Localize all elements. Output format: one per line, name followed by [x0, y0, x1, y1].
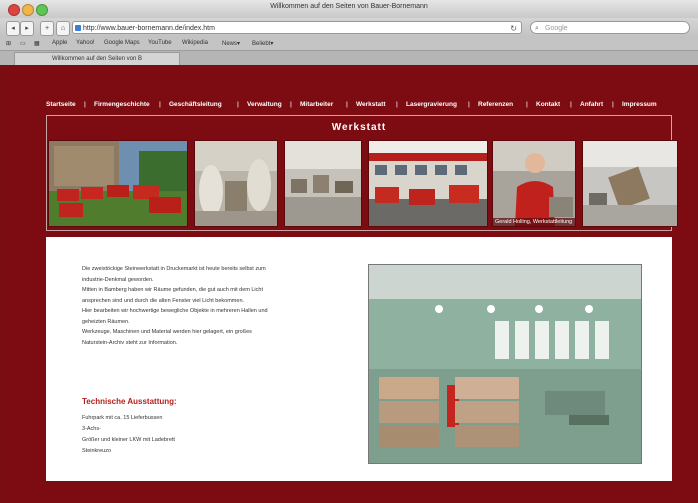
bookmark-youtube[interactable]: YouTube — [148, 40, 172, 46]
nav-separator: | — [526, 101, 528, 108]
tab-active[interactable]: Willkommen auf den Seiten von B — [14, 52, 180, 65]
intro-line: Die zweistöckige Steinwerkstatt in Druck… — [82, 266, 266, 272]
nav-separator: | — [468, 101, 470, 108]
tab-bar: Willkommen auf den Seiten von B — [0, 51, 698, 65]
search-icon: ⌕ — [535, 25, 539, 32]
search-field[interactable]: ⌕ Google — [530, 21, 690, 34]
intro-line: industrie-Denkmal geworden. — [82, 276, 154, 283]
main-nav: Startseite | Firmengeschichte | Geschäft… — [46, 99, 672, 113]
photo-workshop-interior[interactable] — [284, 140, 362, 227]
intro-line: geheizten Räumen. — [82, 318, 130, 325]
intro-line: ansprechen sind und durch die alten Fens… — [82, 297, 245, 304]
bookmark-beliebt[interactable]: Beliebt▾ — [252, 40, 273, 47]
equipment-item: 3-Achs- — [82, 426, 101, 432]
photo-building-trucks[interactable] — [368, 140, 488, 227]
reload-icon[interactable]: ↻ — [510, 22, 517, 35]
window-title: Willkommen auf den Seiten von Bauer-Born… — [270, 3, 428, 10]
workshop-hall-image — [369, 265, 641, 463]
nav-werkstatt[interactable]: Werkstatt — [356, 101, 386, 108]
photo-fleet[interactable] — [48, 140, 188, 227]
bookmark-wikipedia[interactable]: Wikipedia — [182, 40, 208, 46]
nav-impressum[interactable]: Impressum — [622, 101, 657, 108]
equipment-item: Fuhrpark mit ca. 15 Lieferbussen — [82, 415, 163, 421]
add-bookmark-button[interactable]: + — [40, 21, 54, 36]
equipment-item: Steinkreuzo — [82, 448, 112, 454]
equipment-list: Fuhrpark mit ca. 15 Lieferbussen 3-Achs-… — [82, 413, 175, 457]
intro-line: Hier bearbeiten wir hochwertige beweglic… — [82, 308, 268, 314]
nav-separator: | — [84, 101, 86, 108]
nav-geschaeftsleitung[interactable]: Geschäftsleitung — [169, 101, 222, 108]
nav-firmengeschichte[interactable]: Firmengeschichte — [94, 101, 150, 108]
photo-machinery[interactable] — [582, 140, 678, 227]
nav-separator: | — [237, 101, 239, 108]
photo-workshop-manager[interactable]: Gerald Holling, Werkstattleitung — [492, 140, 576, 227]
forward-button[interactable]: ▸ — [20, 21, 34, 36]
equipment-heading: Technische Ausstattung: — [82, 397, 177, 406]
building-trucks-photo-image — [369, 141, 487, 226]
manager-photo-image — [493, 141, 575, 226]
machinery-photo-image — [583, 141, 677, 226]
nav-separator: | — [570, 101, 572, 108]
site-favicon-icon — [75, 25, 81, 31]
web-page: Startseite | Firmengeschichte | Geschäft… — [10, 65, 692, 503]
nav-mitarbeiter[interactable]: Mitarbeiter — [300, 101, 333, 108]
nav-lasergravierung[interactable]: Lasergravierung — [406, 101, 457, 108]
sculpture-photo-image — [195, 141, 277, 226]
intro-line: Naturstein-Archiv steht zur Information. — [82, 339, 178, 346]
nav-verwaltung[interactable]: Verwaltung — [247, 101, 282, 108]
bookmarks-bar: ⊞ ▭ ▦ Apple Yahoo! Google Maps YouTube W… — [0, 38, 698, 51]
nav-separator: | — [612, 101, 614, 108]
content-panel: Die zweistöckige Steinwerkstatt in Druck… — [46, 237, 672, 481]
workshop-hall-photo[interactable] — [368, 264, 642, 464]
photo-sculpture[interactable] — [194, 140, 278, 227]
nav-separator: | — [346, 101, 348, 108]
top-sites-icon[interactable]: ▦ — [34, 40, 40, 47]
equipment-item: Größer und kleiner LKW mit Ladebrett — [82, 437, 175, 443]
share-button[interactable]: ⌂ — [56, 21, 70, 36]
intro-line: Werkzeuge, Maschinen und Material werden… — [82, 329, 252, 335]
nav-startseite[interactable]: Startseite — [46, 101, 76, 108]
nav-separator: | — [159, 101, 161, 108]
intro-line: Mitten in Bamberg haben wir Räume gefund… — [82, 287, 263, 293]
nav-kontakt[interactable]: Kontakt — [536, 101, 560, 108]
search-placeholder: Google — [545, 25, 568, 32]
bookmark-google-maps[interactable]: Google Maps — [104, 40, 140, 46]
nav-separator: | — [396, 101, 398, 108]
bookmark-yahoo[interactable]: Yahoo! — [76, 40, 95, 46]
nav-separator: | — [290, 101, 292, 108]
bookmark-apple[interactable]: Apple — [52, 40, 67, 46]
window-titlebar: Willkommen auf den Seiten von Bauer-Born… — [0, 0, 698, 19]
section-title: Werkstatt — [331, 122, 387, 133]
nav-anfahrt[interactable]: Anfahrt — [580, 101, 603, 108]
workshop-interior-photo-image — [285, 141, 361, 226]
back-button[interactable]: ◂ — [6, 21, 20, 36]
url-text: http://www.bauer-bornemann.de/index.htm — [83, 25, 215, 32]
photo-caption: Gerald Holling, Werkstattleitung — [493, 218, 575, 226]
fleet-photo-image — [49, 141, 187, 226]
browser-toolbar: ◂ ▸ + ⌂ http://www.bauer-bornemann.de/in… — [0, 18, 698, 38]
address-bar[interactable]: http://www.bauer-bornemann.de/index.htm … — [72, 21, 522, 34]
intro-text: Die zweistöckige Steinwerkstatt in Druck… — [82, 265, 342, 349]
bookmarks-icon[interactable]: ▭ — [20, 40, 26, 47]
bookmark-news[interactable]: News▾ — [222, 40, 240, 47]
nav-referenzen[interactable]: Referenzen — [478, 101, 513, 108]
reading-list-icon[interactable]: ⊞ — [6, 40, 11, 47]
